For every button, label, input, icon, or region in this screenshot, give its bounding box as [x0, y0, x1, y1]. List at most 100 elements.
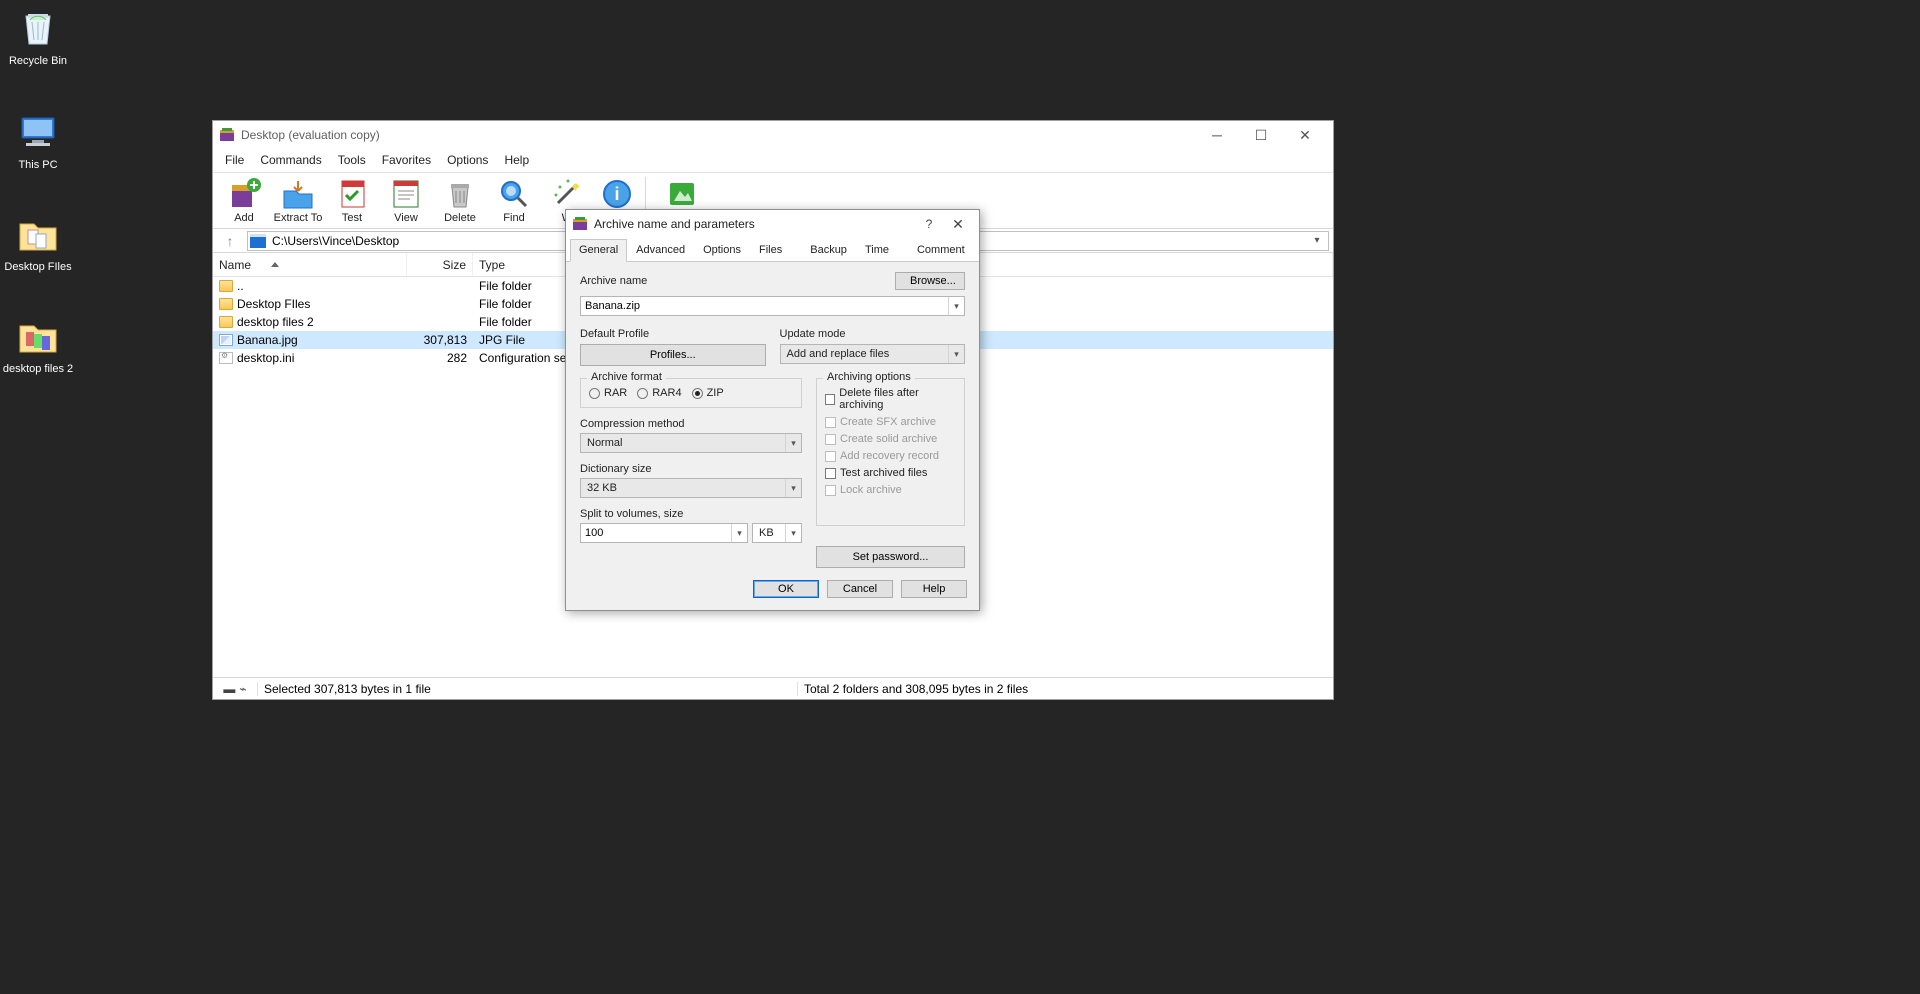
desktop-icon-folder-1[interactable]: Desktop FIles: [0, 210, 76, 274]
winrar-app-icon: [572, 216, 588, 232]
ok-button[interactable]: OK: [753, 580, 819, 598]
find-icon: [496, 177, 532, 211]
set-password-button[interactable]: Set password...: [816, 546, 965, 568]
file-size: 282: [407, 351, 473, 365]
default-profile-label: Default Profile: [580, 328, 766, 340]
radio-rar[interactable]: RAR: [589, 387, 627, 399]
tab-comment[interactable]: Comment: [908, 239, 974, 262]
dialog-help-button[interactable]: ?: [915, 217, 943, 231]
check-lock: Lock archive: [825, 484, 956, 496]
up-button[interactable]: ↑: [213, 233, 247, 249]
tab-time[interactable]: Time: [856, 239, 898, 262]
toolbar-label: Extract To: [274, 212, 323, 224]
check-delete-after[interactable]: Delete files after archiving: [825, 387, 956, 411]
dictionary-combo[interactable]: 32 KB ▾: [580, 478, 802, 498]
test-icon: [334, 177, 370, 211]
dialog-close-button[interactable]: ✕: [943, 216, 973, 233]
tab-backup[interactable]: Backup: [801, 239, 856, 262]
wizard-icon: [550, 177, 586, 211]
radio-zip[interactable]: ZIP: [692, 387, 724, 399]
status-left: Selected 307,813 bytes in 1 file: [257, 682, 797, 696]
menu-commands[interactable]: Commands: [252, 149, 329, 172]
dialog-titlebar[interactable]: Archive name and parameters ? ✕: [566, 210, 979, 238]
toolbar-label: Find: [503, 212, 524, 224]
menu-file[interactable]: File: [217, 149, 252, 172]
maximize-button[interactable]: ☐: [1239, 121, 1283, 149]
ini-icon: [219, 352, 233, 364]
file-name: Banana.jpg: [237, 333, 298, 347]
tab-options[interactable]: Options: [694, 239, 750, 262]
col-size[interactable]: Size: [407, 253, 473, 276]
cancel-button[interactable]: Cancel: [827, 580, 893, 598]
desktop-icon-this-pc[interactable]: This PC: [0, 108, 76, 172]
dialog-footer: OK Cancel Help: [566, 572, 979, 610]
menu-favorites[interactable]: Favorites: [374, 149, 439, 172]
compression-combo[interactable]: Normal ▾: [580, 433, 802, 453]
split-unit-value: KB: [759, 527, 774, 539]
tab-general[interactable]: General: [570, 239, 627, 262]
split-unit-combo[interactable]: KB ▾: [752, 523, 802, 543]
check-test[interactable]: Test archived files: [825, 467, 956, 479]
window-title: Desktop (evaluation copy): [241, 128, 1195, 142]
archive-name-dropdown[interactable]: ▾: [948, 297, 964, 315]
toolbar-label: Add: [234, 212, 254, 224]
svg-text:i: i: [614, 184, 619, 204]
toolbar-info[interactable]: i: [595, 175, 639, 212]
drive-icon: [250, 234, 266, 248]
update-mode-label: Update mode: [780, 328, 966, 340]
archive-name-label: Archive name: [580, 275, 647, 287]
desktop-icon-label: This PC: [0, 158, 76, 172]
chevron-down-icon[interactable]: ▾: [731, 524, 747, 542]
help-button[interactable]: Help: [901, 580, 967, 598]
check-solid: Create solid archive: [825, 433, 956, 445]
toolbar-find[interactable]: Find: [487, 175, 541, 224]
toolbar-virusscan[interactable]: [660, 175, 704, 212]
status-right: Total 2 folders and 308,095 bytes in 2 f…: [797, 682, 1333, 696]
desktop-icon-label: Desktop FIles: [0, 260, 76, 274]
minimize-button[interactable]: ─: [1195, 121, 1239, 149]
archive-format-label: Archive format: [587, 371, 666, 383]
toolbar-add[interactable]: Add: [217, 175, 271, 224]
path-dropdown[interactable]: ▾: [1308, 235, 1326, 246]
dictionary-value: 32 KB: [587, 482, 617, 494]
disk-icon: ▬: [223, 682, 235, 696]
toolbar-label: View: [394, 212, 418, 224]
menu-bar: File Commands Tools Favorites Options He…: [213, 149, 1333, 173]
update-mode-combo[interactable]: Add and replace files ▾: [780, 344, 966, 364]
status-bar: ▬ ⌁ Selected 307,813 bytes in 1 file Tot…: [213, 677, 1333, 699]
tab-files[interactable]: Files: [750, 239, 791, 262]
archive-name-combo[interactable]: ▾: [580, 296, 965, 316]
info-icon: i: [599, 177, 635, 211]
profiles-button[interactable]: Profiles...: [580, 344, 766, 366]
toolbar-label: Delete: [444, 212, 476, 224]
dictionary-label: Dictionary size: [580, 463, 802, 475]
status-icons: ▬ ⌁: [213, 682, 257, 696]
add-icon: [226, 177, 262, 211]
menu-options[interactable]: Options: [439, 149, 496, 172]
desktop-icon-recycle-bin[interactable]: Recycle Bin: [0, 4, 76, 68]
menu-help[interactable]: Help: [496, 149, 537, 172]
desktop-icon-folder-2[interactable]: desktop files 2: [0, 312, 76, 376]
tab-advanced[interactable]: Advanced: [627, 239, 694, 262]
toolbar-extract[interactable]: Extract To: [271, 175, 325, 224]
update-mode-value: Add and replace files: [787, 348, 890, 360]
toolbar-view[interactable]: View: [379, 175, 433, 224]
split-size-input[interactable]: [581, 527, 731, 539]
desktop-icon-label: Recycle Bin: [0, 54, 76, 68]
toolbar-delete[interactable]: Delete: [433, 175, 487, 224]
browse-button[interactable]: Browse...: [895, 272, 965, 290]
archive-dialog: Archive name and parameters ? ✕ General …: [565, 209, 980, 611]
split-size-input-box[interactable]: ▾: [580, 523, 748, 543]
titlebar[interactable]: Desktop (evaluation copy) ─ ☐ ✕: [213, 121, 1333, 149]
radio-rar4[interactable]: RAR4: [637, 387, 681, 399]
key-icon: ⌁: [239, 682, 246, 696]
toolbar-test[interactable]: Test: [325, 175, 379, 224]
col-name[interactable]: Name: [213, 253, 407, 276]
split-label: Split to volumes, size: [580, 508, 802, 520]
menu-tools[interactable]: Tools: [330, 149, 374, 172]
archive-name-input[interactable]: [581, 300, 948, 312]
chevron-down-icon: ▾: [785, 479, 801, 497]
close-button[interactable]: ✕: [1283, 121, 1327, 149]
toolbar-label: Test: [342, 212, 362, 224]
folder-icon: [14, 210, 62, 258]
